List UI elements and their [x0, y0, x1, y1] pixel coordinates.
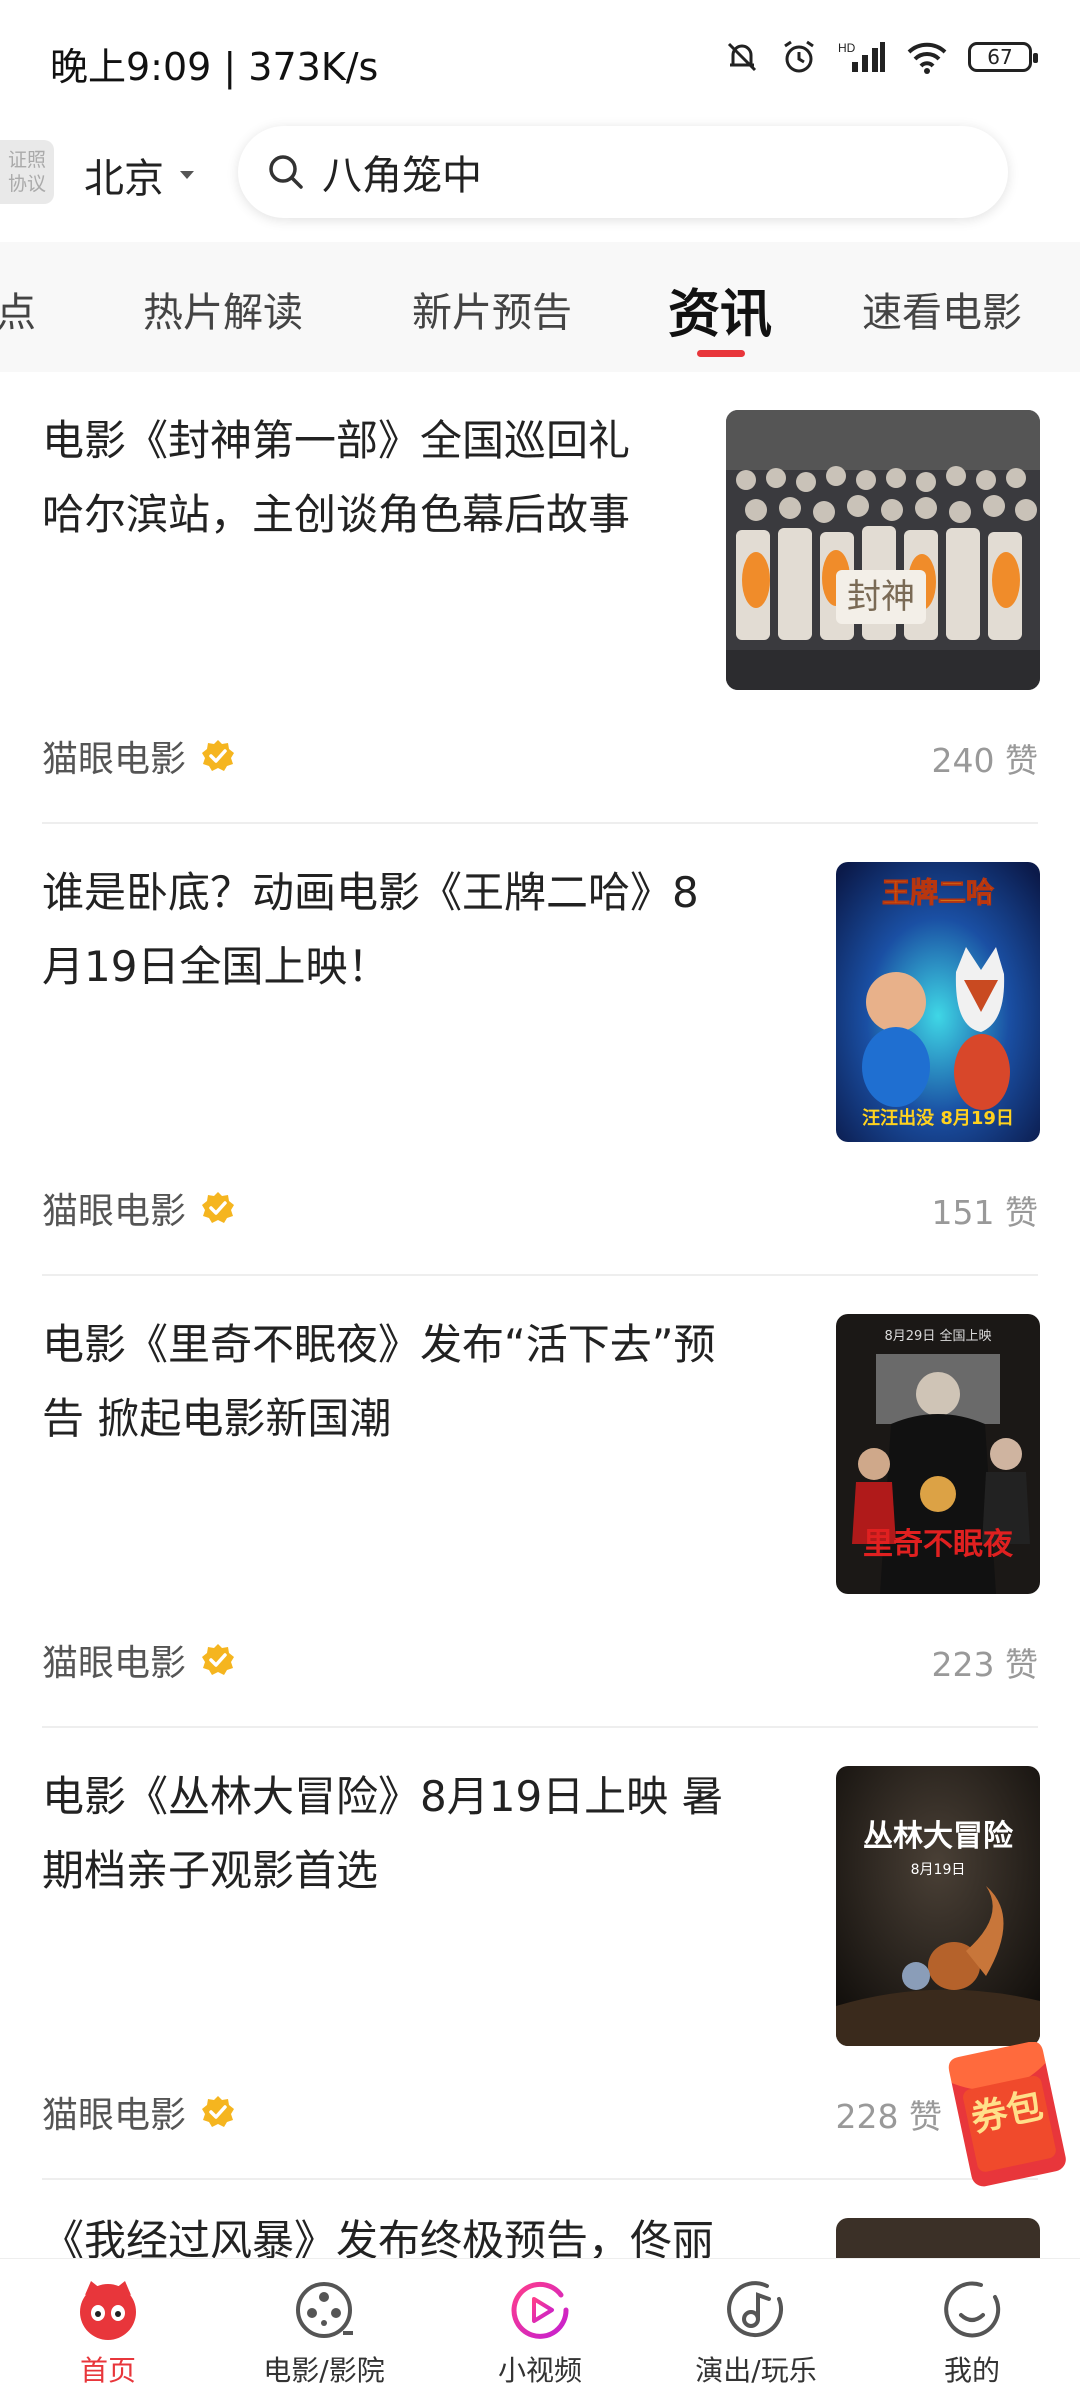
coupon-pack-button[interactable]: 券包	[942, 2041, 1074, 2192]
article-thumbnail: 丛林大冒险 8月19日	[836, 1766, 1040, 2046]
battery-icon: 67	[968, 42, 1038, 72]
license-line-2: 协议	[7, 173, 46, 195]
wifi-icon	[907, 42, 947, 74]
nav-profile[interactable]: 我的	[864, 2277, 1080, 2389]
thumbnail-title: 封神	[847, 577, 915, 617]
article-source: 猫眼电影	[42, 2086, 236, 2138]
article-likes: 223 赞	[931, 1645, 1038, 1684]
article-thumbnail: 王牌二哈 汪汪出没 8月19日	[836, 862, 1040, 1142]
tab-hot-review[interactable]: 热片解读	[143, 280, 303, 338]
city-name: 北京	[84, 156, 164, 202]
tab-quick-watch[interactable]: 速看电影	[862, 280, 1022, 338]
news-article[interactable]: 《我经过风暴》发布终极预告，佟丽	[0, 2180, 1080, 2258]
tab-news[interactable]: 资讯	[668, 272, 772, 347]
nav-profile-label: 我的	[943, 2354, 1000, 2387]
signal-icon: HD	[838, 41, 885, 72]
thumbnail-title: 里奇不眠夜	[863, 1527, 1014, 1562]
search-icon	[269, 155, 303, 189]
article-title: 电影《丛林大冒险》8月19日上映 暑 期档亲子观影首选	[42, 1772, 724, 1895]
nav-shows-label: 演出/玩乐	[695, 2354, 817, 2387]
profile-circle-icon	[944, 2281, 1001, 2338]
nav-short-video[interactable]: 小视频	[432, 2277, 648, 2389]
cat-face-icon	[80, 2281, 136, 2340]
article-thumbnail	[836, 2218, 1040, 2258]
verified-badge-icon	[202, 1644, 235, 1675]
verified-badge-icon	[202, 2096, 235, 2127]
article-likes: 240 赞	[931, 741, 1038, 780]
article-title: 电影《封神第一部》全国巡回礼 哈尔滨站，主创谈角色幕后故事	[42, 416, 631, 539]
status-time-speed: 晚上9:09 | 373K/s	[50, 45, 379, 89]
news-article[interactable]: 电影《封神第一部》全国巡回礼 哈尔滨站，主创谈角色幕后故事 封神 猫眼电影 24…	[0, 372, 1080, 824]
search-input[interactable]: 八角笼中	[322, 143, 482, 201]
article-title: 谁是卧底？动画电影《王牌二哈》8 月19日全国上映！	[42, 868, 699, 991]
nav-short-video-label: 小视频	[497, 2354, 582, 2387]
bottom-navigation: 首页 电影/影院 小视频 演出/玩乐 我的	[0, 2258, 1080, 2401]
search-bar[interactable]: 八角笼中	[238, 126, 1008, 218]
battery-level: 67	[987, 45, 1013, 69]
tab-new-trailer[interactable]: 新片预告	[412, 280, 572, 338]
city-selector[interactable]: 北京	[84, 146, 196, 204]
tab-partial[interactable]: 点	[0, 280, 36, 338]
article-source: 猫眼电影	[42, 730, 236, 782]
nav-home-label: 首页	[79, 2354, 136, 2387]
thumbnail-subtitle: 汪汪出没 8月19日	[862, 1107, 1014, 1129]
article-title: 电影《里奇不眠夜》发布“活下去”预 告 掀起电影新国潮	[42, 1320, 716, 1443]
article-likes: 151 赞	[931, 1193, 1038, 1232]
article-thumbnail: 封神	[726, 410, 1040, 690]
article-thumbnail: 8月29日 全国上映 里奇不眠夜	[836, 1314, 1040, 1594]
status-icons: HD 67	[724, 38, 1038, 76]
svg-text:HD: HD	[838, 41, 856, 55]
article-source: 猫眼电影	[42, 1182, 236, 1234]
news-article[interactable]: 电影《里奇不眠夜》发布“活下去”预 告 掀起电影新国潮 8月29日 全国上映 里…	[0, 1276, 1080, 1728]
article-likes: 228 赞	[835, 2097, 942, 2136]
nav-shows-fun[interactable]: 演出/玩乐	[648, 2277, 864, 2389]
mute-bell-icon	[727, 42, 757, 72]
category-tabs: 点 热片解读 新片预告 资讯 速看电影	[0, 242, 1080, 372]
news-article[interactable]: 谁是卧底？动画电影《王牌二哈》8 月19日全国上映！ 王牌二哈 汪汪出没 8月1…	[0, 824, 1080, 1276]
nav-movies-label: 电影/影院	[263, 2354, 385, 2387]
verified-badge-icon	[202, 740, 235, 771]
thumbnail-title: 王牌二哈	[882, 876, 994, 909]
status-bar: 晚上9:09 | 373K/s HD 67	[0, 0, 1080, 110]
thumbnail-subtitle: 8月29日 全国上映	[885, 1328, 992, 1344]
nav-home[interactable]: 首页	[0, 2277, 216, 2389]
license-line-1: 证照	[7, 149, 46, 171]
music-note-icon	[727, 2281, 783, 2338]
license-agreement-badge[interactable]: 证照 协议	[0, 140, 54, 204]
active-tab-indicator	[697, 350, 745, 357]
alarm-icon	[784, 40, 814, 73]
thumbnail-title: 丛林大冒险	[863, 1819, 1014, 1854]
play-circle-icon	[511, 2281, 569, 2339]
caret-down-icon	[180, 171, 194, 179]
article-title: 《我经过风暴》发布终极预告，佟丽	[42, 2216, 715, 2258]
news-article[interactable]: 电影《丛林大冒险》8月19日上映 暑 期档亲子观影首选 丛林大冒险 8月19日 …	[0, 1728, 1080, 2180]
article-source: 猫眼电影	[42, 1634, 236, 1686]
thumbnail-subtitle: 8月19日	[911, 1862, 966, 1878]
verified-badge-icon	[202, 1192, 235, 1223]
film-reel-icon	[296, 2282, 353, 2338]
nav-movies-cinemas[interactable]: 电影/影院	[216, 2277, 432, 2389]
